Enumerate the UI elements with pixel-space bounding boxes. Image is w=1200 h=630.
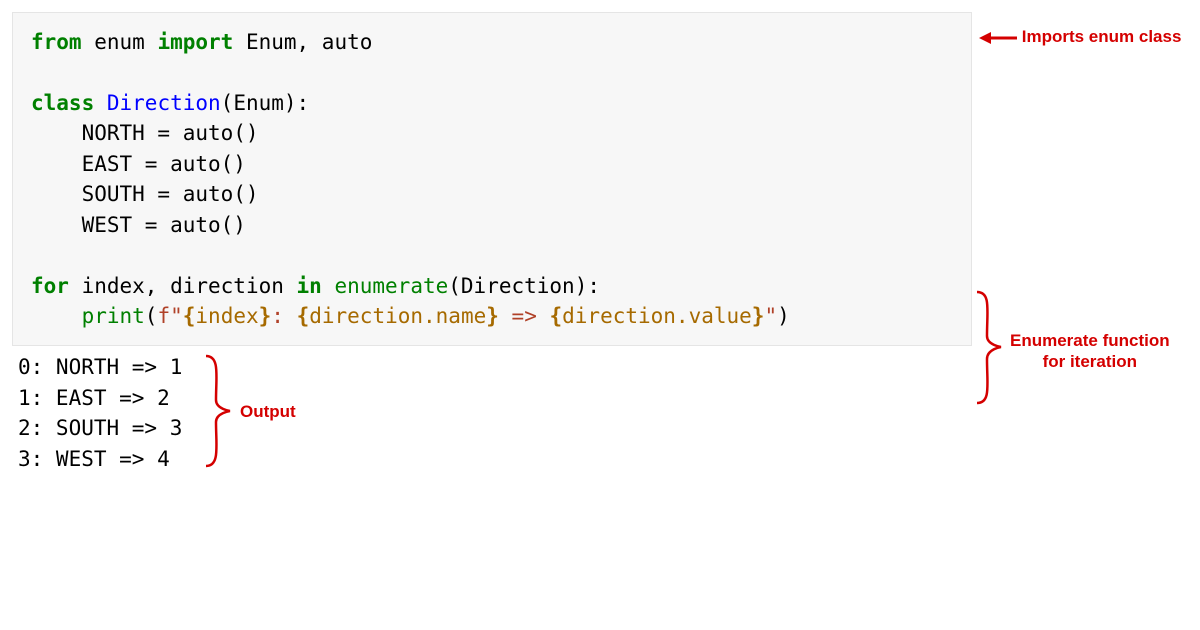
fstring-mid: => <box>499 304 550 328</box>
interp-open: { <box>297 304 310 328</box>
code-text <box>322 274 335 298</box>
code-text: ( <box>145 304 158 328</box>
fstring-start: f" <box>157 304 182 328</box>
code-line: SOUTH = auto() <box>31 182 259 206</box>
builtin-enumerate: enumerate <box>334 274 448 298</box>
output-block: 0: NORTH => 1 1: EAST => 2 2: SOUTH => 3… <box>12 346 996 596</box>
output-line: 1: EAST => 2 <box>18 386 170 410</box>
code-block: from enum import Enum, auto class Direct… <box>12 12 972 346</box>
interp-close: } <box>486 304 499 328</box>
interp-open: { <box>549 304 562 328</box>
code-text: (Enum): <box>221 91 310 115</box>
code-indent <box>31 304 82 328</box>
interp-close: } <box>259 304 272 328</box>
code-text: Enum, auto <box>233 30 372 54</box>
class-name: Direction <box>107 91 221 115</box>
fstring-end: " <box>764 304 777 328</box>
output-line: 2: SOUTH => 3 <box>18 416 182 440</box>
brace-output-icon <box>202 352 232 470</box>
fstring-mid: : <box>271 304 296 328</box>
annotation-imports: Imports enum class <box>979 26 1181 47</box>
annotation-output: Output <box>240 401 296 422</box>
code-line: EAST = auto() <box>31 152 246 176</box>
annotation-enumerate: Enumerate function for iteration <box>1010 330 1170 373</box>
code-text: enum <box>82 30 158 54</box>
builtin-print: print <box>82 304 145 328</box>
keyword-import: import <box>157 30 233 54</box>
interp-close: } <box>752 304 765 328</box>
interp-open: { <box>183 304 196 328</box>
code-text <box>94 91 107 115</box>
keyword-in: in <box>297 274 322 298</box>
code-text: index, direction <box>69 274 297 298</box>
annotation-text: Imports enum class <box>1022 27 1182 46</box>
output-line: 0: NORTH => 1 <box>18 355 182 379</box>
keyword-class: class <box>31 91 94 115</box>
code-line: NORTH = auto() <box>31 121 259 145</box>
arrow-left-icon <box>979 31 1017 45</box>
code-text: (Direction): <box>448 274 600 298</box>
interp-body: direction.value <box>562 304 752 328</box>
keyword-for: for <box>31 274 69 298</box>
code-line: WEST = auto() <box>31 213 246 237</box>
code-text: ) <box>777 304 790 328</box>
interp-body: index <box>195 304 258 328</box>
interp-body: direction.name <box>309 304 486 328</box>
keyword-from: from <box>31 30 82 54</box>
output-line: 3: WEST => 4 <box>18 447 170 471</box>
